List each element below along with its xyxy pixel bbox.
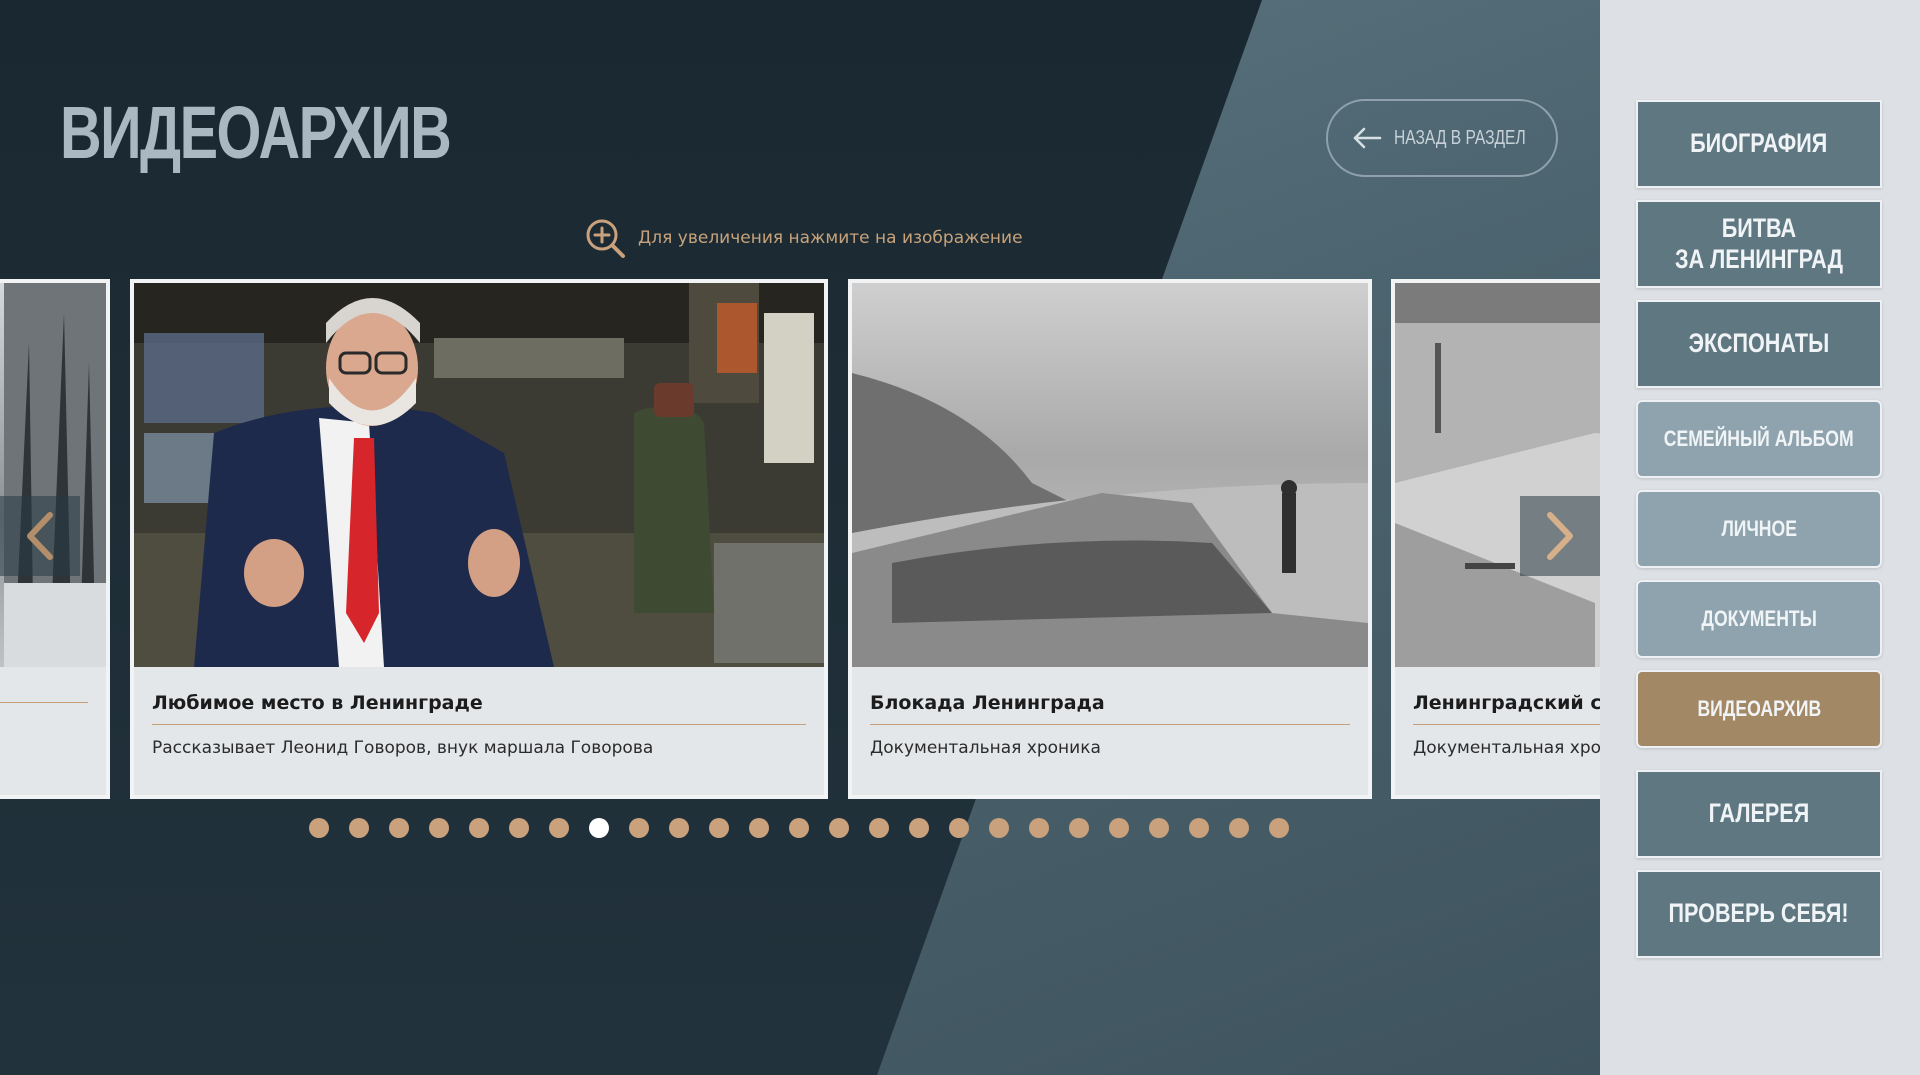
- video-card[interactable]: Любимое место в Ленинграде Рассказывает …: [130, 279, 828, 799]
- chevron-left-icon: [27, 512, 53, 560]
- zoom-in-icon: [586, 219, 625, 258]
- pager-dot[interactable]: [909, 818, 929, 838]
- pager-dot[interactable]: [709, 818, 729, 838]
- pager-dot[interactable]: [1149, 818, 1169, 838]
- pager-dot[interactable]: [1029, 818, 1049, 838]
- sidebar-item-label: БИТВА ЗА ЛЕНИНГРАД: [1675, 212, 1843, 274]
- pager-dot[interactable]: [869, 818, 889, 838]
- video-thumbnail[interactable]: [852, 283, 1368, 667]
- sidebar-item-documents[interactable]: ДОКУМЕНТЫ: [1636, 580, 1882, 658]
- pager-dot[interactable]: [549, 818, 569, 838]
- video-card-subtitle: Рассказывает Леонид Говоров, внук маршал…: [152, 738, 654, 758]
- carousel-pager: [309, 818, 1289, 838]
- sidebar-item-video-archive[interactable]: ВИДЕОАРХИВ: [1636, 670, 1882, 748]
- pager-dot[interactable]: [1269, 818, 1289, 838]
- arrow-left-icon: [1353, 127, 1382, 149]
- sidebar-item-gallery[interactable]: ГАЛЕРЕЯ: [1636, 770, 1882, 858]
- video-card-title: Блокада Ленинграда: [870, 692, 1350, 725]
- sidebar-item-quiz[interactable]: ПРОВЕРЬ СЕБЯ!: [1636, 870, 1882, 958]
- sidebar-item-label: ГАЛЕРЕЯ: [1708, 798, 1810, 829]
- page-title: ВИДЕОАРХИВ: [60, 91, 452, 174]
- pager-dot[interactable]: [589, 818, 609, 838]
- pager-dot[interactable]: [789, 818, 809, 838]
- video-card-title: [0, 692, 88, 703]
- sidebar-nav: БИОГРАФИЯ БИТВА ЗА ЛЕНИНГРАД ЭКСПОНАТЫ С…: [1600, 0, 1920, 1075]
- video-carousel: Любимое место в Ленинграде Рассказывает …: [0, 279, 1600, 801]
- video-thumbnail[interactable]: [134, 283, 824, 667]
- video-card[interactable]: Блокада Ленинграда Документальная хроник…: [848, 279, 1372, 799]
- sidebar-item-label: ПРОВЕРЬ СЕБЯ!: [1668, 898, 1850, 929]
- pager-dot[interactable]: [509, 818, 529, 838]
- pager-dot[interactable]: [1109, 818, 1129, 838]
- pager-dot[interactable]: [989, 818, 1009, 838]
- pager-dot[interactable]: [1229, 818, 1249, 838]
- pager-dot[interactable]: [469, 818, 489, 838]
- sidebar-item-biography[interactable]: БИОГРАФИЯ: [1636, 100, 1882, 188]
- sidebar-item-label: БИОГРАФИЯ: [1690, 128, 1828, 159]
- zoom-hint-text: Для увеличения нажмите на изображение: [638, 228, 1023, 248]
- pager-dot[interactable]: [389, 818, 409, 838]
- video-card-subtitle: Документальная хроника: [870, 738, 1101, 758]
- video-thumbnail[interactable]: [1395, 283, 1600, 667]
- video-thumbnail[interactable]: [0, 283, 106, 667]
- pager-dot[interactable]: [669, 818, 689, 838]
- pager-dot[interactable]: [429, 818, 449, 838]
- carousel-next-button[interactable]: [1520, 496, 1600, 576]
- pager-dot[interactable]: [829, 818, 849, 838]
- back-button-label: НАЗАД В РАЗДЕЛ: [1394, 126, 1526, 149]
- video-card-subtitle: Документальная хро: [1413, 738, 1600, 758]
- video-card-title: Любимое место в Ленинграде: [152, 692, 806, 725]
- sidebar-item-personal[interactable]: ЛИЧНОЕ: [1636, 490, 1882, 568]
- sidebar-item-label: ДОКУМЕНТЫ: [1701, 606, 1817, 632]
- sidebar-item-label: ВИДЕОАРХИВ: [1697, 696, 1821, 722]
- pager-dot[interactable]: [1189, 818, 1209, 838]
- pager-dot[interactable]: [629, 818, 649, 838]
- sidebar-item-label: СЕМЕЙНЫЙ АЛЬБОМ: [1664, 426, 1854, 452]
- sidebar-item-label: ЭКСПОНАТЫ: [1688, 328, 1830, 359]
- pager-dot[interactable]: [349, 818, 369, 838]
- sidebar-item-label: ЛИЧНОЕ: [1721, 516, 1797, 542]
- pager-dot[interactable]: [1069, 818, 1089, 838]
- chevron-right-icon: [1547, 512, 1573, 560]
- sidebar-item-battle-for-leningrad[interactable]: БИТВА ЗА ЛЕНИНГРАД: [1636, 200, 1882, 288]
- pager-dot[interactable]: [749, 818, 769, 838]
- video-card-title: Ленинградский са: [1413, 692, 1600, 725]
- carousel-prev-button[interactable]: [0, 496, 80, 576]
- sidebar-item-exhibits[interactable]: ЭКСПОНАТЫ: [1636, 300, 1882, 388]
- zoom-hint: Для увеличения нажмите на изображение: [584, 217, 1023, 259]
- sidebar-item-family-album[interactable]: СЕМЕЙНЫЙ АЛЬБОМ: [1636, 400, 1882, 478]
- pager-dot[interactable]: [309, 818, 329, 838]
- back-button[interactable]: НАЗАД В РАЗДЕЛ: [1326, 99, 1558, 177]
- pager-dot[interactable]: [949, 818, 969, 838]
